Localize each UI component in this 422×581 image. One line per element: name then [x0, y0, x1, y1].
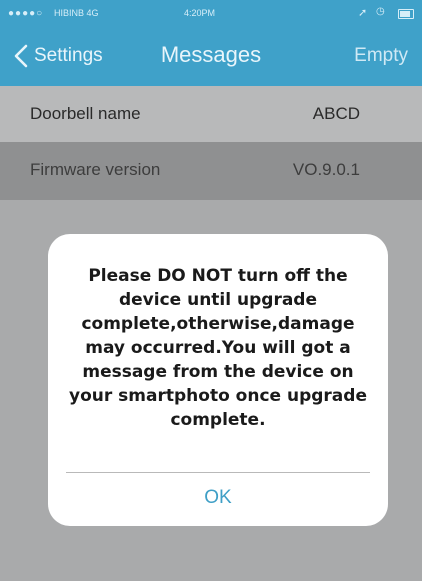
navigation-bar: Settings Messages Empty [0, 28, 422, 86]
firmware-version-label: Firmware version [30, 160, 161, 179]
doorbell-name-row[interactable]: Doorbell name ABCD [0, 86, 422, 142]
clock: 4:20PM [184, 8, 216, 18]
screen: ●●●●○ HIBINB 4G 4:20PM ➚ ◷ Settings Mess… [0, 0, 422, 581]
location-icon: ➚ [358, 7, 368, 19]
header: ●●●●○ HIBINB 4G 4:20PM ➚ ◷ Settings Mess… [0, 0, 422, 86]
back-button-label: Settings [34, 45, 103, 66]
status-icons: ➚ ◷ [354, 6, 414, 20]
status-bar: ●●●●○ HIBINB 4G 4:20PM ➚ ◷ [0, 0, 422, 28]
carrier-name: HIBINB 4G [54, 8, 99, 18]
doorbell-name-label: Doorbell name [30, 104, 141, 123]
battery-icon [398, 9, 414, 19]
ok-button[interactable]: OK [48, 473, 388, 526]
alert-dialog: Please DO NOT turn off the device until … [48, 234, 388, 526]
signal-strength: ●●●●○ [8, 8, 44, 19]
firmware-version-row[interactable]: Firmware version VO.9.0.1 [0, 142, 422, 200]
alarm-icon: ◷ [376, 6, 385, 17]
empty-button[interactable]: Empty [354, 45, 408, 67]
firmware-version-value: VO.9.0.1 [292, 160, 360, 179]
chevron-left-icon [14, 44, 28, 68]
back-button[interactable]: Settings [12, 43, 103, 69]
doorbell-name-value: ABCD [312, 104, 360, 123]
alert-message: Please DO NOT turn off the device until … [69, 266, 367, 430]
